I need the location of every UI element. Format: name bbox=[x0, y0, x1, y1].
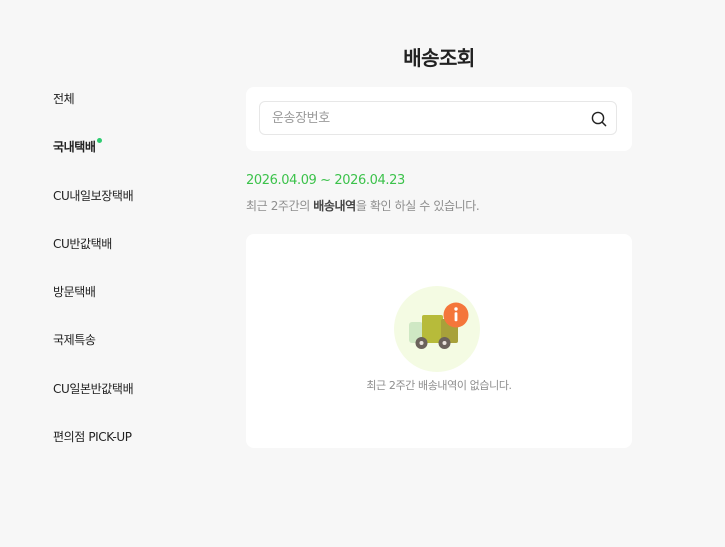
sidebar-item-cu-japan-half-price[interactable]: CU일본반값택배 bbox=[53, 378, 213, 426]
active-indicator-dot bbox=[96, 138, 102, 144]
period-description-bold: 배송내역 bbox=[313, 199, 356, 213]
sidebar-item-all[interactable]: 전체 bbox=[53, 88, 213, 136]
period-description-prefix: 최근 2주간의 bbox=[246, 199, 314, 213]
sidebar-item-label: CU반값택배 bbox=[53, 236, 112, 251]
sidebar-item-label: 국제특송 bbox=[53, 333, 96, 348]
sidebar-item-label: 국내택배 bbox=[53, 140, 96, 155]
date-range: 2026.04.09 ~ 2026.04.23 bbox=[246, 173, 405, 188]
search-icon[interactable] bbox=[591, 111, 607, 127]
empty-state-card: 최근 2주간 배송내역이 없습니다. bbox=[246, 234, 632, 448]
sidebar-item-cu-next-day[interactable]: CU내일보장택배 bbox=[53, 185, 213, 233]
sidebar-item-international[interactable]: 국제특송 bbox=[53, 329, 213, 377]
sidebar-item-label: 전체 bbox=[53, 92, 75, 106]
sidebar-item-label: CU일본반값택배 bbox=[53, 381, 134, 396]
empty-state-message: 최근 2주간 배송내역이 없습니다. bbox=[366, 379, 512, 392]
search-card bbox=[246, 87, 632, 151]
sidebar-nav: 전체 국내택배 CU내일보장택배 CU반값택배 방문택배 국제특송 CU일본반값… bbox=[53, 88, 213, 474]
sidebar-item-label: CU내일보장택배 bbox=[53, 188, 134, 203]
sidebar-item-label: 편의점 PICK-UP bbox=[53, 430, 132, 445]
period-description-suffix: 을 확인 하실 수 있습니다. bbox=[355, 199, 480, 213]
period-description: 최근 2주간의 배송내역을 확인 하실 수 있습니다. bbox=[246, 197, 480, 214]
tracking-number-input[interactable] bbox=[260, 102, 572, 134]
sidebar-item-cu-half-price[interactable]: CU반값택배 bbox=[53, 233, 213, 281]
page-title: 배송조회 bbox=[403, 46, 475, 70]
search-box bbox=[259, 101, 617, 135]
sidebar-item-visit[interactable]: 방문택배 bbox=[53, 281, 213, 329]
sidebar-item-label: 방문택배 bbox=[53, 285, 96, 300]
sidebar-item-store-pickup[interactable]: 편의점 PICK-UP bbox=[53, 426, 213, 474]
delivery-truck-info-icon bbox=[394, 286, 480, 372]
sidebar-item-domestic[interactable]: 국내택배 bbox=[53, 136, 213, 184]
